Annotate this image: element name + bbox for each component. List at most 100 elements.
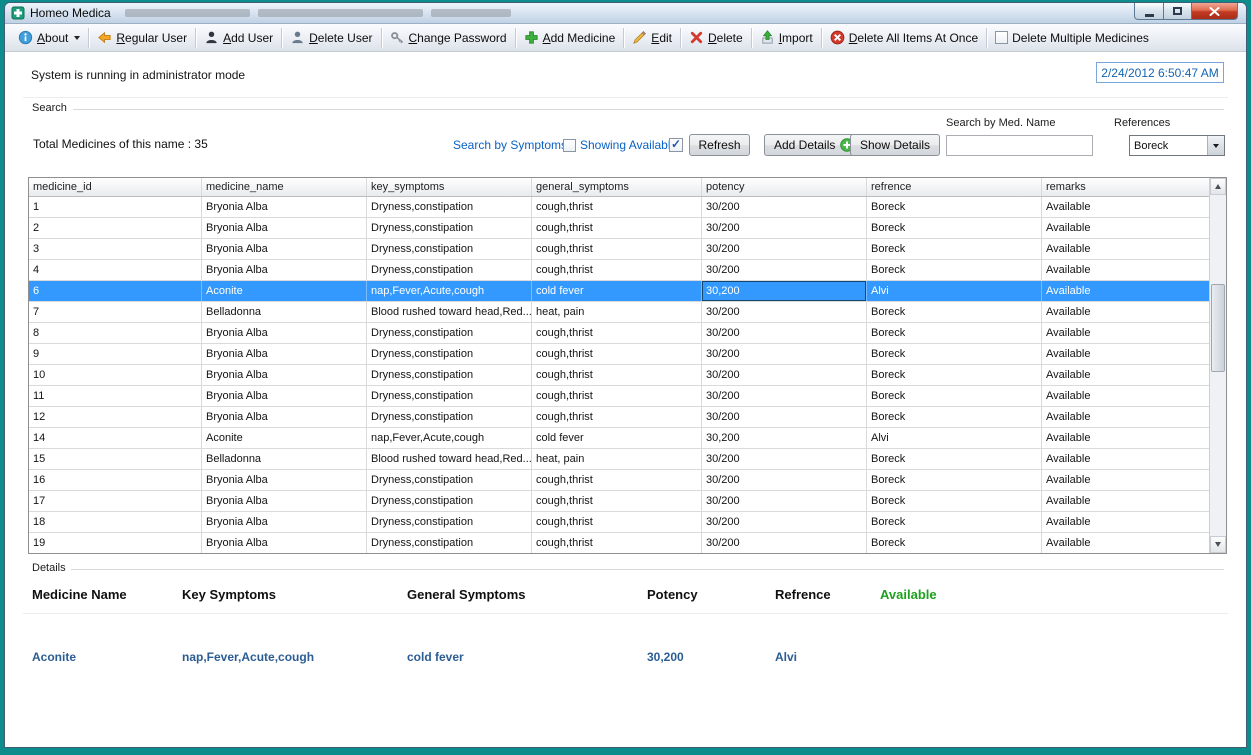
cell-id[interactable]: 12 — [29, 407, 202, 427]
toolbar-item-add-user[interactable]: Add User — [199, 27, 278, 48]
cell-potency[interactable]: 30/200 — [702, 239, 867, 259]
cell-name[interactable]: Bryonia Alba — [202, 260, 367, 280]
cell-refrence[interactable]: Boreck — [867, 386, 1042, 406]
cell-potency[interactable]: 30/200 — [702, 260, 867, 280]
cell-key_symptoms[interactable]: Dryness,constipation — [367, 344, 532, 364]
cell-key_symptoms[interactable]: Dryness,constipation — [367, 197, 532, 217]
cell-general_symptoms[interactable]: cough,thrist — [532, 197, 702, 217]
cell-remarks[interactable]: Available — [1042, 344, 1209, 364]
delete-multiple-checkbox[interactable] — [995, 31, 1009, 44]
cell-remarks[interactable]: Available — [1042, 197, 1209, 217]
cell-remarks[interactable]: Available — [1042, 218, 1209, 238]
table-row[interactable]: 10 Bryonia Alba Dryness,constipation cough,… — [29, 365, 1209, 386]
cell-key_symptoms[interactable]: Dryness,constipation — [367, 323, 532, 343]
cell-general_symptoms[interactable]: cough,thrist — [532, 470, 702, 490]
cell-potency[interactable]: 30/200 — [702, 344, 867, 364]
cell-general_symptoms[interactable]: cold fever — [532, 281, 702, 301]
cell-refrence[interactable]: Boreck — [867, 218, 1042, 238]
toolbar-item-edit[interactable]: Edit — [627, 27, 677, 48]
table-row[interactable]: 4 Bryonia Alba Dryness,constipation cough,t… — [29, 260, 1209, 281]
scroll-down-button[interactable] — [1210, 536, 1226, 553]
cell-id[interactable]: 6 — [29, 281, 202, 301]
cell-name[interactable]: Bryonia Alba — [202, 365, 367, 385]
toolbar-item-import[interactable]: Import — [755, 27, 818, 48]
cell-potency[interactable]: 30/200 — [702, 302, 867, 322]
table-row[interactable]: 7 Belladonna Blood rushed toward head,Red.… — [29, 302, 1209, 323]
cell-name[interactable]: Bryonia Alba — [202, 239, 367, 259]
cell-id[interactable]: 11 — [29, 386, 202, 406]
table-row[interactable]: 6 Aconite nap,Fever,Acute,cough cold fever 3… — [29, 281, 1209, 302]
scroll-up-button[interactable] — [1210, 178, 1226, 195]
cell-refrence[interactable]: Boreck — [867, 365, 1042, 385]
column-header-potency[interactable]: potency — [702, 178, 867, 196]
cell-key_symptoms[interactable]: Dryness,constipation — [367, 533, 532, 553]
cell-key_symptoms[interactable]: Dryness,constipation — [367, 260, 532, 280]
references-dropdown[interactable]: Boreck — [1129, 135, 1225, 156]
cell-potency[interactable]: 30/200 — [702, 323, 867, 343]
cell-general_symptoms[interactable]: cough,thrist — [532, 491, 702, 511]
toolbar-item-change-password[interactable]: Change Password — [385, 27, 512, 48]
cell-general_symptoms[interactable]: cough,thrist — [532, 260, 702, 280]
cell-refrence[interactable]: Boreck — [867, 533, 1042, 553]
cell-key_symptoms[interactable]: Dryness,constipation — [367, 470, 532, 490]
cell-general_symptoms[interactable]: cough,thrist — [532, 323, 702, 343]
cell-id[interactable]: 17 — [29, 491, 202, 511]
cell-remarks[interactable]: Available — [1042, 281, 1209, 301]
cell-name[interactable]: Bryonia Alba — [202, 470, 367, 490]
show-details-button[interactable]: Show Details — [850, 134, 941, 156]
cell-refrence[interactable]: Boreck — [867, 407, 1042, 427]
showing-available-checkbox[interactable] — [563, 139, 576, 152]
cell-id[interactable]: 9 — [29, 344, 202, 364]
search-by-symptoms-link[interactable]: Search by Symptoms — [453, 138, 567, 152]
cell-refrence[interactable]: Boreck — [867, 344, 1042, 364]
cell-general_symptoms[interactable]: cough,thrist — [532, 512, 702, 532]
table-row[interactable]: 1 Bryonia Alba Dryness,constipation cough,t… — [29, 197, 1209, 218]
scroll-thumb[interactable] — [1211, 284, 1225, 372]
table-row[interactable]: 17 Bryonia Alba Dryness,constipation cough,… — [29, 491, 1209, 512]
cell-remarks[interactable]: Available — [1042, 302, 1209, 322]
cell-name[interactable]: Aconite — [202, 281, 367, 301]
cell-id[interactable]: 3 — [29, 239, 202, 259]
table-row[interactable]: 19 Bryonia Alba Dryness,constipation cough,… — [29, 533, 1209, 553]
cell-name[interactable]: Bryonia Alba — [202, 491, 367, 511]
cell-general_symptoms[interactable]: cough,thrist — [532, 344, 702, 364]
cell-name[interactable]: Bryonia Alba — [202, 323, 367, 343]
cell-remarks[interactable]: Available — [1042, 365, 1209, 385]
cell-remarks[interactable]: Available — [1042, 470, 1209, 490]
cell-general_symptoms[interactable]: cough,thrist — [532, 239, 702, 259]
cell-id[interactable]: 16 — [29, 470, 202, 490]
cell-potency[interactable]: 30/200 — [702, 470, 867, 490]
med-name-input[interactable] — [946, 135, 1093, 156]
cell-id[interactable]: 18 — [29, 512, 202, 532]
table-row[interactable]: 11 Bryonia Alba Dryness,constipation cough,… — [29, 386, 1209, 407]
cell-key_symptoms[interactable]: Dryness,constipation — [367, 239, 532, 259]
chevron-down-icon[interactable] — [1207, 136, 1224, 155]
cell-refrence[interactable]: Boreck — [867, 512, 1042, 532]
cell-key_symptoms[interactable]: Dryness,constipation — [367, 218, 532, 238]
cell-name[interactable]: Bryonia Alba — [202, 533, 367, 553]
available-filter-checkbox[interactable] — [669, 137, 683, 152]
cell-general_symptoms[interactable]: cold fever — [532, 428, 702, 448]
cell-potency[interactable]: 30/200 — [702, 386, 867, 406]
column-header-general_symptoms[interactable]: general_symptoms — [532, 178, 702, 196]
title-bar[interactable]: Homeo Medica — [5, 3, 1246, 24]
column-header-remarks[interactable]: remarks — [1042, 178, 1209, 196]
minimize-button[interactable] — [1134, 3, 1164, 20]
cell-remarks[interactable]: Available — [1042, 323, 1209, 343]
cell-refrence[interactable]: Boreck — [867, 260, 1042, 280]
cell-name[interactable]: Belladonna — [202, 449, 367, 469]
cell-potency[interactable]: 30/200 — [702, 218, 867, 238]
cell-remarks[interactable]: Available — [1042, 491, 1209, 511]
close-button[interactable] — [1192, 3, 1238, 20]
cell-refrence[interactable]: Alvi — [867, 428, 1042, 448]
cell-remarks[interactable]: Available — [1042, 386, 1209, 406]
cell-potency[interactable]: 30,200 — [702, 281, 867, 301]
cell-key_symptoms[interactable]: Blood rushed toward head,Red... — [367, 449, 532, 469]
column-header-refrence[interactable]: refrence — [867, 178, 1042, 196]
cell-general_symptoms[interactable]: cough,thrist — [532, 407, 702, 427]
cell-general_symptoms[interactable]: heat, pain — [532, 449, 702, 469]
column-header-key_symptoms[interactable]: key_symptoms — [367, 178, 532, 196]
toolbar-item-add-medicine[interactable]: Add Medicine — [519, 27, 621, 48]
cell-remarks[interactable]: Available — [1042, 512, 1209, 532]
cell-name[interactable]: Belladonna — [202, 302, 367, 322]
